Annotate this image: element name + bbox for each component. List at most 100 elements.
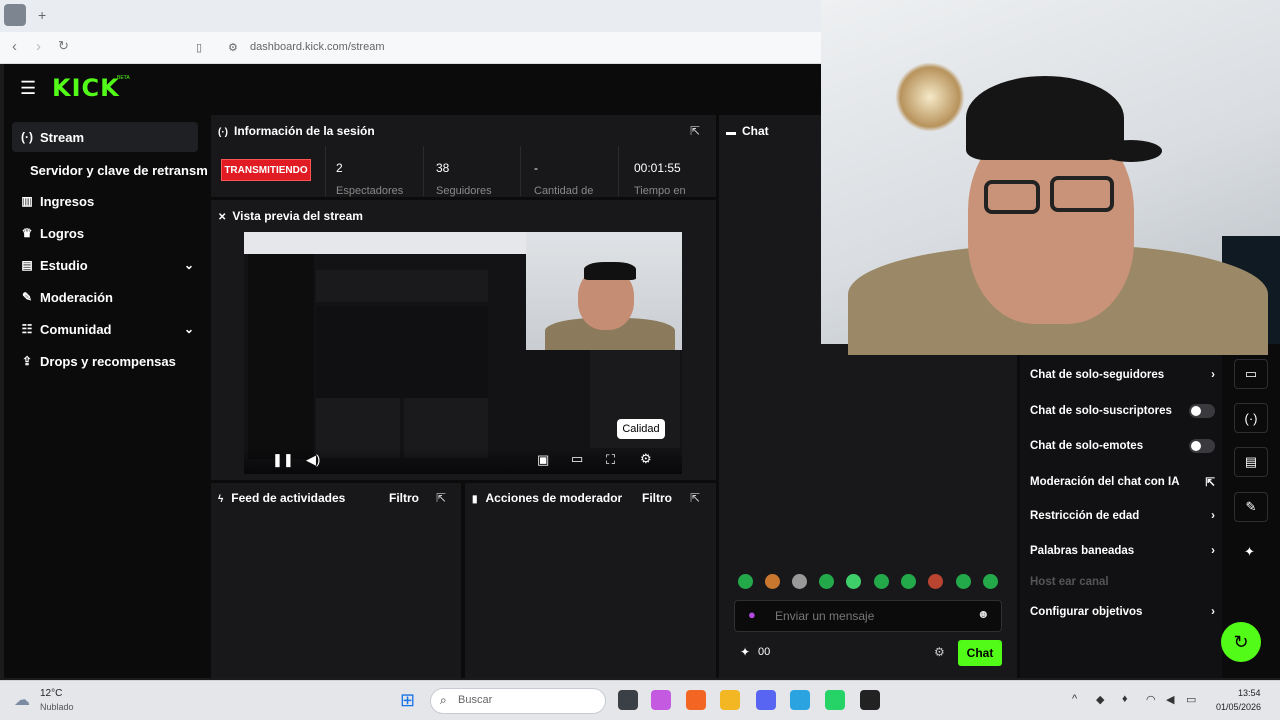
browser-tab[interactable]: [4, 4, 26, 26]
emote-icon[interactable]: [738, 574, 753, 589]
taskbar-search-input[interactable]: [430, 688, 606, 714]
amount-label: Cantidad de: [534, 185, 594, 197]
uptime-value: 00:01:55: [634, 161, 681, 175]
telegram-icon[interactable]: [790, 690, 810, 710]
ai-moderation-row[interactable]: Moderación del chat con IA ⇱: [1030, 475, 1215, 489]
followers-count: 38: [436, 161, 450, 175]
tray-app-icon[interactable]: ♦: [1122, 693, 1128, 705]
sidebar-item-label: Drops y recompensas: [40, 353, 176, 369]
points-count: 00: [758, 646, 771, 658]
kick-logo[interactable]: KICK: [52, 74, 120, 102]
popout-icon[interactable]: ⇱: [690, 491, 700, 505]
sidebar-item-logros[interactable]: ♛ Logros: [12, 218, 198, 248]
banned-words-row[interactable]: Palabras baneadas ›: [1030, 545, 1215, 557]
followers-only-row[interactable]: Chat de solo-seguidores ›: [1030, 369, 1215, 381]
whatsapp-icon[interactable]: [825, 690, 845, 710]
wifi-icon[interactable]: ◠: [1146, 693, 1156, 706]
collapse-icon[interactable]: ✕: [218, 212, 226, 223]
mod-actions-panel: [465, 483, 716, 678]
copilot-icon[interactable]: [651, 690, 671, 710]
sidebar-item-servidor[interactable]: Servidor y clave de retransm: [30, 155, 208, 185]
fullscreen-icon[interactable]: ⛶: [606, 452, 615, 468]
hamburger-menu-icon[interactable]: ☰: [20, 78, 36, 99]
age-restriction-row[interactable]: Restricción de edad ›: [1030, 510, 1215, 522]
emote-icon[interactable]: [874, 574, 889, 589]
cloud-icon[interactable]: ☁: [14, 690, 30, 710]
back-icon[interactable]: ‹: [12, 38, 17, 55]
emote-icon[interactable]: [792, 574, 807, 589]
activity-feed-title: ϟ Feed de actividades: [218, 491, 346, 505]
configure-goals-row[interactable]: Configurar objetivos ›: [1030, 606, 1215, 618]
emote-icon[interactable]: [846, 574, 861, 589]
emotes-only-toggle[interactable]: [1189, 439, 1215, 453]
popout-icon[interactable]: ⇱: [436, 491, 446, 505]
pause-icon[interactable]: ❚❚: [272, 452, 294, 468]
webcam-person-glasses: [984, 180, 1040, 214]
microphone-icon[interactable]: ●: [748, 607, 756, 622]
feed-filter-button[interactable]: Filtro: [389, 491, 419, 505]
emote-icon[interactable]: [983, 574, 998, 589]
help-button[interactable]: ↻: [1221, 622, 1261, 662]
chevron-right-icon: ›: [1211, 510, 1215, 522]
windows-taskbar: [0, 680, 1280, 720]
emote-icon[interactable]: [765, 574, 780, 589]
site-settings-icon[interactable]: ⚙: [228, 41, 238, 54]
chevron-down-icon: ⌄: [183, 322, 194, 336]
popout-icon[interactable]: ⇱: [690, 124, 700, 138]
emote-icon[interactable]: [928, 574, 943, 589]
search-icon: ⌕: [440, 693, 447, 707]
subs-only-row: Chat de solo-suscriptores: [1030, 404, 1215, 418]
sidebar-item-estudio[interactable]: ▤ Estudio ⌄: [12, 250, 198, 280]
points-icon[interactable]: ✦: [740, 645, 750, 659]
wrench-icon[interactable]: ✎: [1234, 492, 1268, 522]
brave-icon[interactable]: [686, 690, 706, 710]
mod-filter-button[interactable]: Filtro: [642, 491, 672, 505]
volume-icon[interactable]: ◀): [306, 452, 320, 468]
broadcast-icon[interactable]: (·): [1234, 403, 1268, 433]
emoji-icon[interactable]: ☻: [977, 607, 990, 621]
sidebar-item-label: Logros: [40, 225, 85, 241]
chat-send-button[interactable]: Chat: [958, 640, 1002, 666]
battery-icon[interactable]: ▭: [1186, 693, 1196, 706]
emote-icon[interactable]: [819, 574, 834, 589]
search-placeholder: Buscar: [458, 694, 493, 706]
settings-gear-icon[interactable]: ⚙: [640, 451, 652, 467]
chat-bubble-icon[interactable]: ▭: [1234, 359, 1268, 389]
discord-icon[interactable]: [756, 690, 776, 710]
subs-only-toggle[interactable]: [1189, 404, 1215, 418]
emote-icon[interactable]: [956, 574, 971, 589]
reload-icon[interactable]: ↻: [58, 38, 69, 54]
chat-settings-icon[interactable]: ⚙: [934, 645, 945, 659]
viewers-label: Espectadores: [336, 185, 404, 197]
clock-time[interactable]: 13:54: [1238, 688, 1261, 698]
obs-icon[interactable]: [860, 690, 880, 710]
sidebar-item-drops[interactable]: ⇪ Drops y recompensas: [12, 346, 198, 376]
windows-start-icon[interactable]: ⊞: [400, 690, 415, 711]
url-bar[interactable]: dashboard.kick.com/stream: [250, 41, 385, 53]
volume-icon[interactable]: ◀: [1166, 693, 1174, 706]
cards-icon[interactable]: ▤: [1234, 447, 1268, 477]
sidebar-item-moderacion[interactable]: ✎ Moderación: [12, 282, 198, 312]
mod-actions-title: ▮ Acciones de moderador: [472, 491, 623, 505]
chevron-up-icon[interactable]: ^: [1072, 693, 1077, 705]
new-tab-button[interactable]: +: [38, 7, 46, 23]
sidebar-item-stream[interactable]: (·) Stream: [12, 122, 198, 152]
file-explorer-icon[interactable]: [720, 690, 740, 710]
quality-tooltip: Calidad: [617, 419, 665, 439]
task-view-icon[interactable]: [618, 690, 638, 710]
chevron-down-icon: ⌄: [183, 258, 194, 272]
sidebar-item-ingresos[interactable]: ▥ Ingresos: [12, 186, 198, 216]
theater-icon[interactable]: ▭: [571, 451, 583, 467]
sidebar-item-label: Servidor y clave de retransm: [30, 162, 208, 178]
forward-icon[interactable]: ›: [36, 38, 41, 55]
signal-icon: (·): [21, 130, 33, 144]
sparkle-icon[interactable]: ✦: [1244, 544, 1255, 560]
gift-icon: ⇪: [21, 354, 33, 368]
emote-icon[interactable]: [901, 574, 916, 589]
tray-app-icon[interactable]: ◆: [1096, 693, 1104, 706]
chart-icon: ▥: [21, 194, 33, 208]
sidebar-item-comunidad[interactable]: ☷ Comunidad ⌄: [12, 314, 198, 344]
pip-icon[interactable]: ▣: [537, 452, 549, 468]
weather-temp[interactable]: 12°C: [40, 688, 62, 699]
clock-date[interactable]: 01/05/2026: [1216, 702, 1261, 712]
